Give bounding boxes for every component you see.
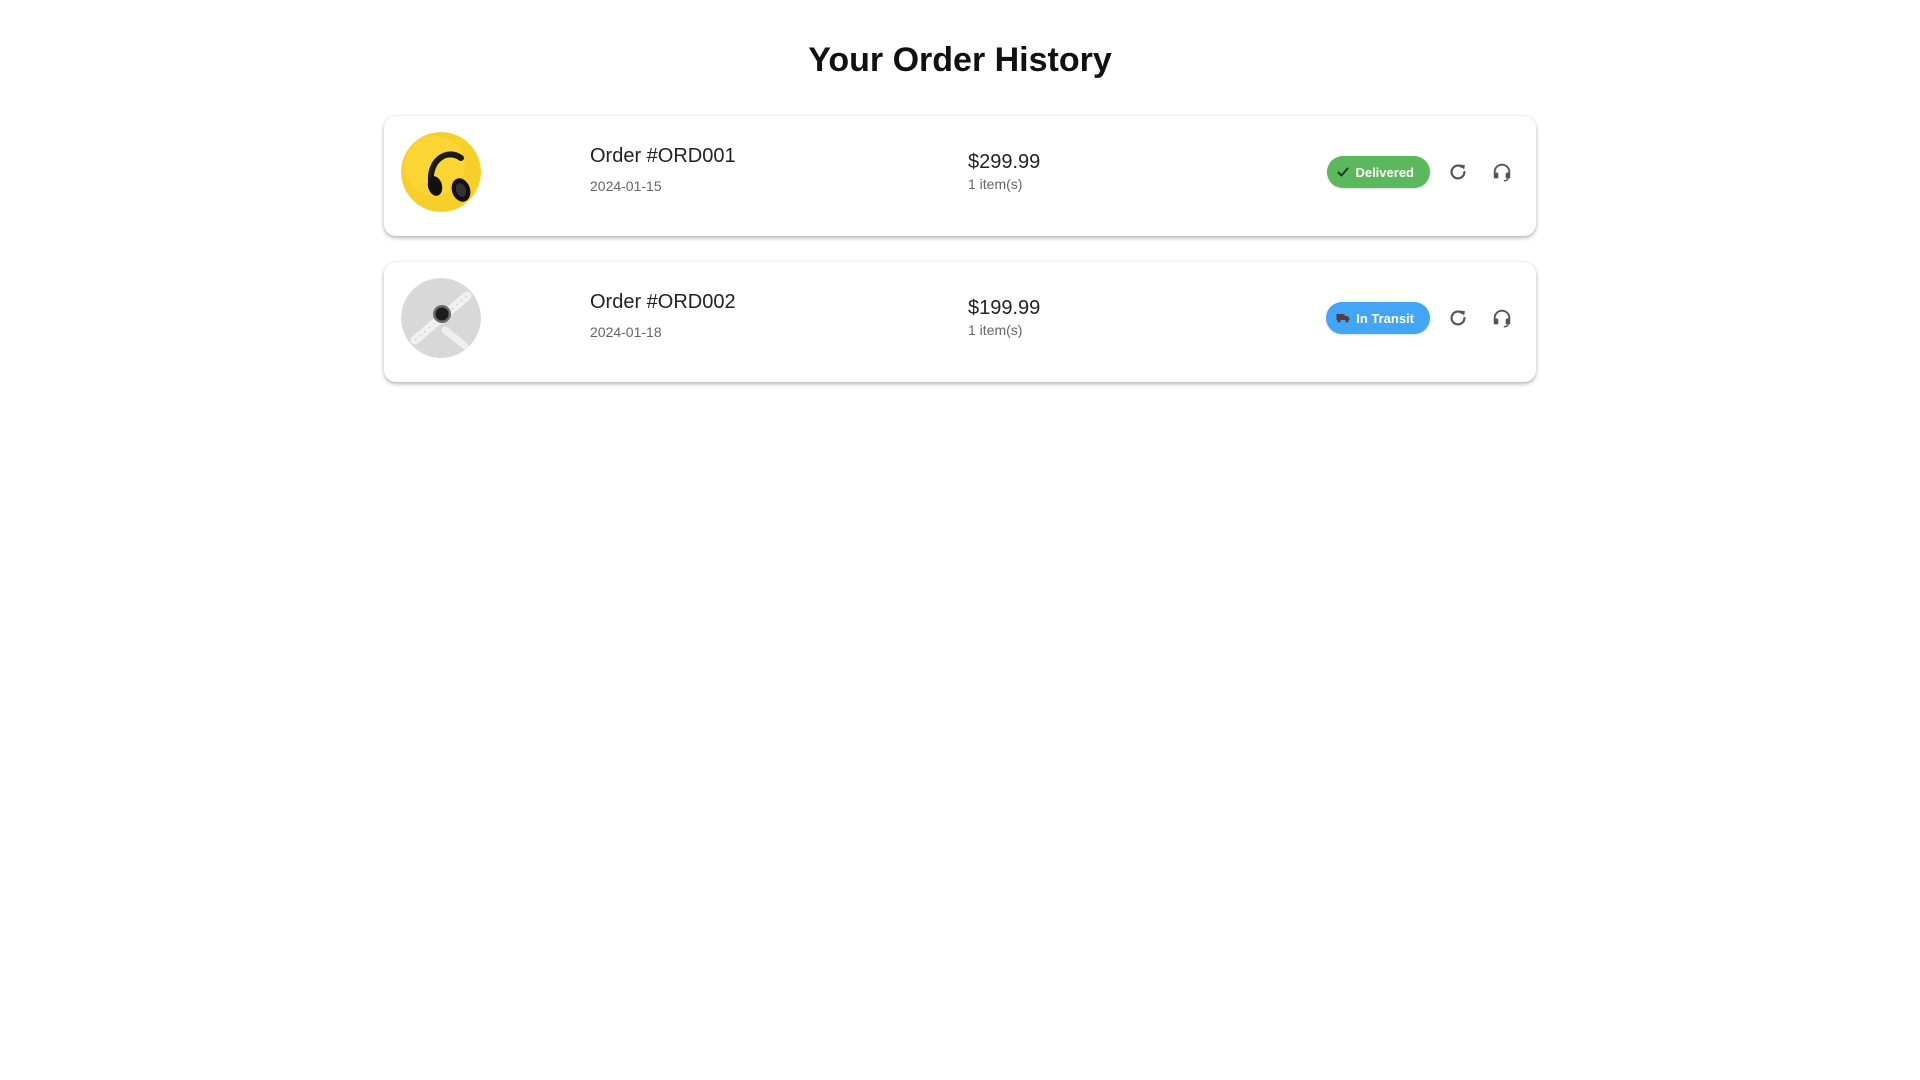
order-item-count: 1 item(s) — [968, 176, 1023, 192]
status-badge: In Transit — [1326, 302, 1430, 334]
order-price: $299.99 — [968, 151, 1041, 173]
order-actions: Delivered — [1327, 156, 1518, 188]
order-id: Order #ORD002 — [590, 291, 736, 313]
order-amount: $299.99 1 item(s) — [968, 150, 1040, 192]
refresh-icon — [1450, 310, 1466, 326]
reorder-button[interactable] — [1442, 156, 1474, 188]
order-date: 2024-01-18 — [590, 324, 662, 340]
order-date: 2024-01-15 — [590, 178, 662, 194]
order-card[interactable]: Order #ORD002 2024-01-18 $199.99 1 item(… — [384, 262, 1536, 382]
status-label: Delivered — [1355, 164, 1414, 180]
support-button[interactable] — [1486, 302, 1518, 334]
order-list: Order #ORD001 2024-01-15 $299.99 1 item(… — [384, 116, 1536, 408]
order-price: $199.99 — [968, 297, 1041, 319]
product-thumbnail-headphones — [401, 132, 481, 212]
status-badge: Delivered — [1327, 156, 1430, 188]
order-actions: In Transit — [1326, 302, 1518, 334]
order-amount: $199.99 1 item(s) — [968, 296, 1040, 338]
order-info: Order #ORD002 2024-01-18 — [590, 290, 736, 340]
headset-icon — [1493, 309, 1511, 328]
page-title: Your Order History — [808, 41, 1112, 79]
refresh-icon — [1450, 164, 1466, 180]
order-info: Order #ORD001 2024-01-15 — [590, 144, 736, 194]
reorder-button[interactable] — [1442, 302, 1474, 334]
status-label: In Transit — [1356, 310, 1414, 326]
order-item-count: 1 item(s) — [968, 322, 1023, 338]
product-thumbnail-smartwatch — [401, 278, 481, 358]
order-card[interactable]: Order #ORD001 2024-01-15 $299.99 1 item(… — [384, 116, 1536, 236]
check-icon — [1337, 166, 1349, 178]
truck-icon — [1336, 312, 1350, 324]
order-id: Order #ORD001 — [590, 145, 736, 167]
support-button[interactable] — [1486, 156, 1518, 188]
order-history-page: Your Order History Order #ORD001 2024-01… — [0, 0, 1920, 1080]
headset-icon — [1493, 163, 1511, 182]
